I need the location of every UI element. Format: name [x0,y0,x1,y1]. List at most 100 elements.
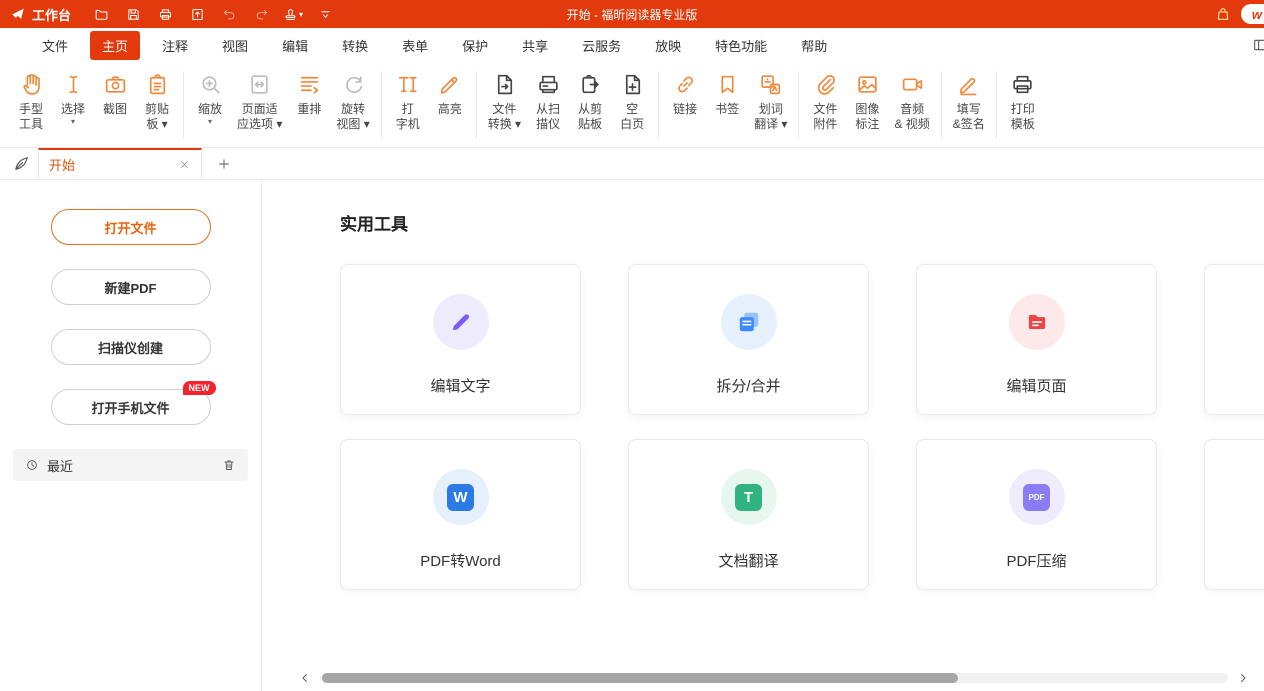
tab-start[interactable]: 开始 [38,148,202,179]
ribbon-label: 划词翻译 ▾ [754,102,787,132]
rotate-view-button[interactable]: 旋转视图 ▾ [330,69,375,132]
section-title: 实用工具 [340,210,1264,235]
from-scanner-button[interactable]: 从扫描仪 [527,69,569,132]
fill-sign-button[interactable]: 填写&签名 [947,69,991,132]
tab-close-icon[interactable] [177,157,191,171]
menu-comment[interactable]: 注释 [150,31,200,60]
open-file-button[interactable] [87,3,115,25]
card-label: PDF压缩 [1006,550,1066,571]
menu-home[interactable]: 主页 [90,31,140,60]
gift-icon[interactable] [1215,6,1231,22]
ribbon-group: 填写&签名 [947,69,991,132]
ribbon: 手型工具选择▾截图剪贴板 ▾缩放▾页面适应选项 ▾重排旋转视图 ▾打字机高亮文件… [0,62,1264,148]
image-annotation-button[interactable]: 图像标注 [846,69,888,132]
page-fit-options-button[interactable]: 页面适应选项 ▾ [231,69,288,132]
ribbon-label: 空白页 [620,102,644,132]
highlight-button[interactable]: 高亮 [429,69,471,132]
panel-icon[interactable] [1250,37,1264,53]
menu-file[interactable]: 文件 [30,31,80,60]
select-button[interactable]: 选择▾ [52,69,94,132]
print-button[interactable] [151,3,179,25]
main-area: 实用工具 编辑文字拆分/合并编辑页面 WPDF转Word T文档翻译 PDF PDF压缩 [262,180,1264,691]
from-clipboard-button[interactable]: 从剪贴板 [569,69,611,132]
menu-play[interactable]: 放映 [643,31,693,60]
menu-edit[interactable]: 编辑 [270,31,320,60]
open-mobile-file-button[interactable]: 打开手机文件NEW [51,389,211,425]
partial-card[interactable] [1204,439,1264,590]
card-icon-circle: T [721,469,777,525]
link-button[interactable]: 链接 [664,69,706,132]
menu-form[interactable]: 表单 [390,31,440,60]
menu-convert[interactable]: 转换 [330,31,380,60]
pagefit-icon [247,71,272,98]
blank-page-button[interactable]: 空白页 [611,69,653,132]
customize-quick-access-button[interactable] [311,3,339,25]
menu-protect[interactable]: 保护 [450,31,500,60]
scrollbar-track[interactable] [320,673,1228,683]
menu-view[interactable]: 视图 [210,31,260,60]
clipboard-button[interactable]: 剪贴板 ▾ [136,69,178,132]
menu-special-features[interactable]: 特色功能 [703,31,779,60]
hand-tool-button[interactable]: 手型工具 [10,69,52,132]
clock-icon [25,458,39,472]
menu-help[interactable]: 帮助 [789,31,839,60]
clear-recent-button[interactable] [222,458,236,472]
menu-cloud-service[interactable]: 云服务 [570,31,633,60]
typewriter-button[interactable]: 打字机 [387,69,429,132]
ribbon-group: 缩放▾ 页面适应选项 ▾ 重排旋转视图 ▾ [189,69,376,132]
print-template-button[interactable]: 打印模板 [1002,69,1044,132]
snapshot-button[interactable]: 截图 [94,69,136,132]
titlebar-right: w [1215,4,1264,24]
undo-button[interactable] [215,3,243,25]
member-button[interactable]: w [1241,4,1264,24]
convert-icon [492,71,517,98]
redo-button[interactable] [247,3,275,25]
pdf-to-word-card[interactable]: WPDF转Word [340,439,581,590]
doc-translate-card-badge-icon: T [735,484,762,511]
file-attachment-button[interactable]: 文件附件 [804,69,846,132]
workspace-label: 工作台 [32,5,71,24]
split-merge-card[interactable]: 拆分/合并 [628,264,869,415]
tab-label: 开始 [49,155,75,174]
zoom-icon [198,71,223,98]
card-icon-circle [433,294,489,350]
pdf-compress-card[interactable]: PDF PDF压缩 [916,439,1157,590]
scanner-create-button[interactable]: 扫描仪创建 [51,329,211,365]
menu-share[interactable]: 共享 [510,31,560,60]
scroll-right-button[interactable] [1236,671,1250,685]
translate-icon [758,71,783,98]
image-icon [855,71,880,98]
ribbon-group: 手型工具选择▾截图剪贴板 ▾ [10,69,178,132]
bookmark-button[interactable]: 书签 [706,69,748,132]
zoom-button[interactable]: 缩放▾ [189,69,231,132]
ribbon-group: 打印模板 [1002,69,1044,132]
export-button[interactable] [183,3,211,25]
new-tab-button[interactable] [216,156,232,172]
edit-pages-card[interactable]: 编辑页面 [916,264,1157,415]
audio-video-button[interactable]: 音频& 视频 [888,69,935,132]
quick-access-toolbar: ▾ [87,3,339,25]
reflow-button[interactable]: 重排 [288,69,330,132]
attach-icon [813,71,838,98]
save-button[interactable] [119,3,147,25]
stamp-tool-button[interactable]: ▾ [279,3,307,25]
blankpage-icon [620,71,645,98]
workspace-button[interactable]: 工作台 [0,0,87,28]
partial-card[interactable] [1204,264,1264,415]
ribbon-group: 链接书签划词翻译 ▾ [664,69,793,132]
start-page-icon[interactable] [8,150,34,176]
edit-text-card[interactable]: 编辑文字 [340,264,581,415]
word-translate-button[interactable]: 划词翻译 ▾ [748,69,793,132]
open-file-button[interactable]: 打开文件 [51,209,211,245]
ribbon-label: 重排 [297,102,321,117]
recent-row[interactable]: 最近 [13,449,248,481]
pdf-compress-card-badge-icon: PDF [1023,484,1050,511]
ribbon-label: 旋转视图 ▾ [336,102,369,132]
scroll-left-button[interactable] [298,671,312,685]
camera-icon [103,71,128,98]
file-convert-button[interactable]: 文件转换 ▾ [482,69,527,132]
scrollbar-thumb[interactable] [322,673,958,683]
new-pdf-button[interactable]: 新建PDF [51,269,211,305]
ribbon-label: 缩放▾ [198,102,222,127]
doc-translate-card[interactable]: T文档翻译 [628,439,869,590]
